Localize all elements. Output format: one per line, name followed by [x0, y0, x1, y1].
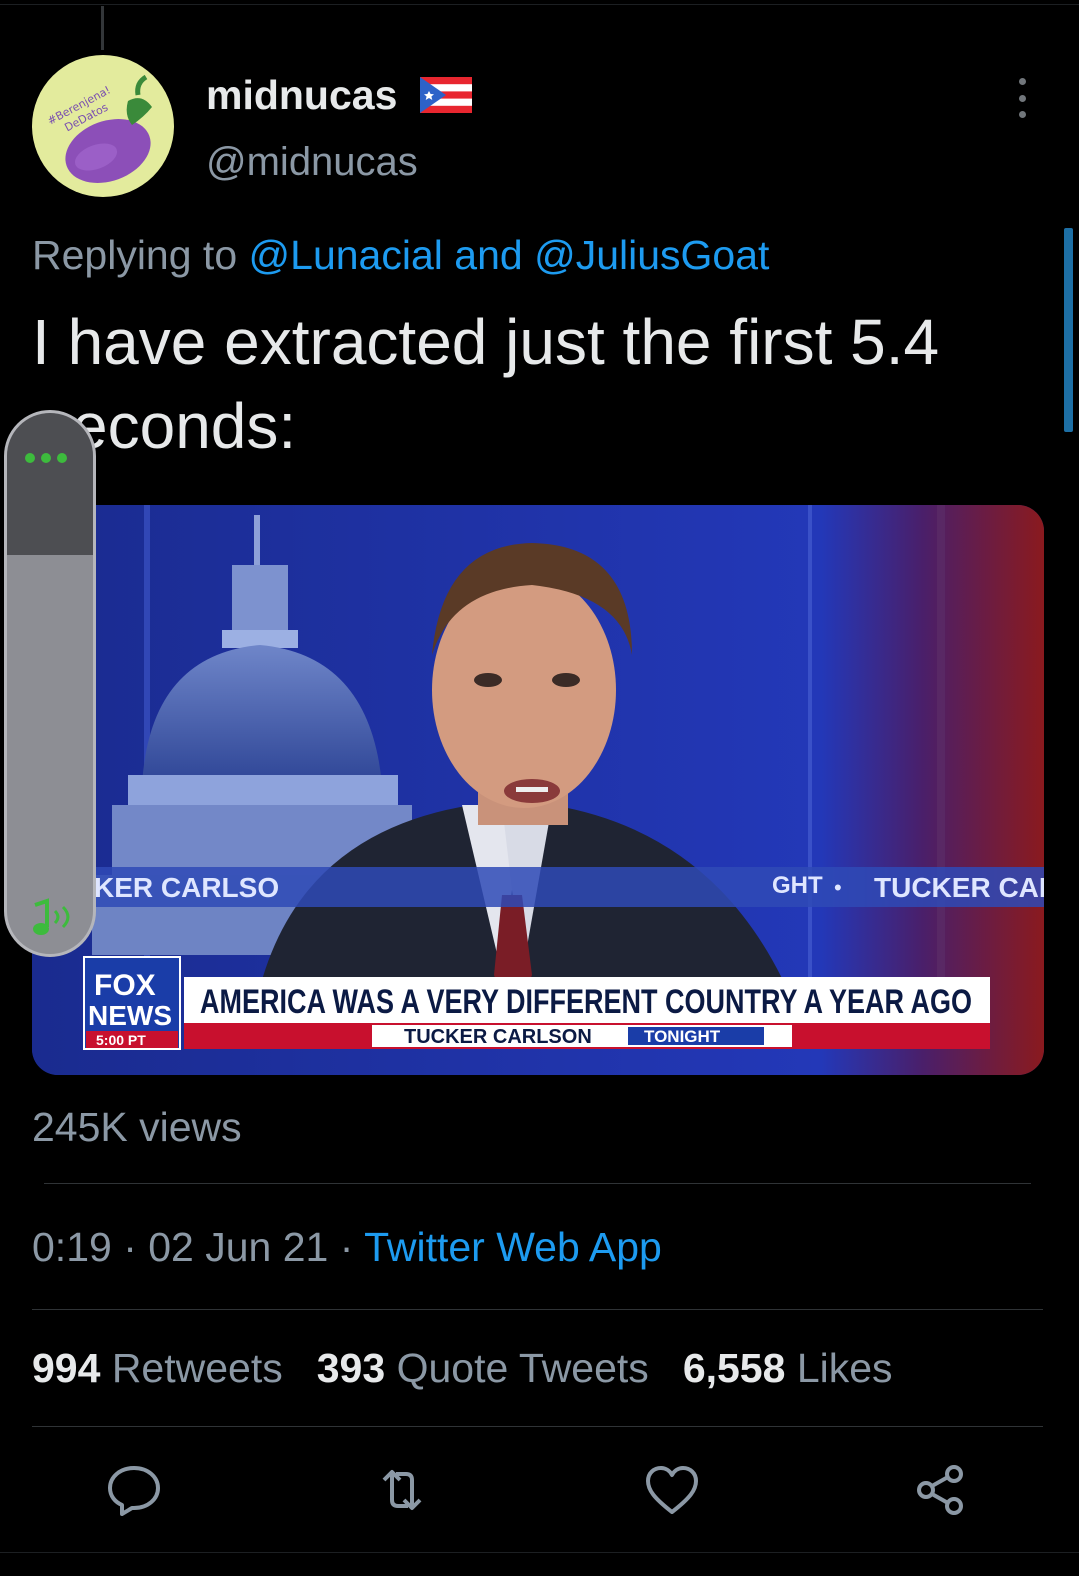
puerto-rico-flag-icon [420, 77, 472, 113]
tweet-text-line-2: econds: [72, 390, 297, 462]
reply-separator: and [442, 232, 535, 278]
overlay-menu-dots-icon[interactable] [25, 453, 67, 463]
divider-3 [32, 1426, 1043, 1427]
likes-count: 6,558 [682, 1345, 786, 1391]
likes-label: Likes [796, 1345, 893, 1391]
handle[interactable]: @midnucas [206, 140, 418, 185]
video-frame: KER CARLSO GHT • TUCKER CAR FOX NEWS 5:0… [32, 505, 1044, 1075]
replying-to: Replying to @Lunacial and @JuliusGoat [32, 232, 769, 279]
floating-overlay-panel[interactable] [4, 410, 96, 957]
retweets-count: 994 [32, 1345, 101, 1391]
music-note-icon[interactable] [23, 895, 83, 945]
reply-icon[interactable] [106, 1462, 162, 1518]
view-count: 245K views [32, 1104, 242, 1150]
overlay-handle[interactable] [7, 413, 93, 555]
retweet-icon[interactable] [374, 1462, 430, 1518]
share-icon[interactable] [912, 1462, 968, 1518]
engagement-stats: 994 Retweets 393 Quote Tweets 6,558 Like… [32, 1345, 893, 1392]
eggplant-icon: #Berenjena! DeDatos [45, 74, 152, 183]
timestamp-line: 0:19 · 02 Jun 21 · Twitter Web App [32, 1224, 662, 1271]
more-icon[interactable] [1010, 78, 1034, 118]
likes-stat[interactable]: 6,558 Likes [683, 1345, 893, 1392]
replying-prefix: Replying to [32, 232, 249, 278]
logo-line-2: NEWS [88, 1000, 172, 1031]
fox-news-logo: FOX NEWS 5:00 PT [83, 956, 181, 1050]
reply-user-link-2[interactable]: @JuliusGoat [534, 232, 769, 278]
tweet-media-video[interactable]: KER CARLSO GHT • TUCKER CAR FOX NEWS 5:0… [32, 505, 1044, 1075]
like-icon[interactable] [644, 1462, 700, 1518]
tweet-time[interactable]: 0:19 [32, 1224, 112, 1270]
meta-sep-1: · [111, 1224, 149, 1270]
divider-2 [32, 1309, 1043, 1310]
tweet-source[interactable]: Twitter Web App [364, 1224, 662, 1270]
tweet-text: I have extracted just the first 5.4 econ… [32, 300, 1022, 468]
tweet-text-line-1: I have extracted just the first 5.4 [32, 306, 940, 378]
quotes-stat[interactable]: 393 Quote Tweets [317, 1345, 649, 1392]
tweet-date[interactable]: 02 Jun 21 [148, 1224, 328, 1270]
bottom-border [0, 1552, 1079, 1553]
scroll-indicator[interactable] [1064, 228, 1073, 432]
ticker-fragment: GHT [772, 872, 823, 899]
ticker-right: TUCKER CAR [874, 872, 1044, 903]
show-name: TUCKER CARLSON [404, 1026, 592, 1048]
avatar[interactable]: #Berenjena! DeDatos [32, 55, 174, 197]
headline: AMERICA WAS A VERY DIFFERENT COUNTRY A Y… [200, 983, 972, 1021]
retweets-label: Retweets [111, 1345, 283, 1391]
show-suffix: TONIGHT [644, 1027, 721, 1046]
divider-1 [44, 1183, 1031, 1184]
ticker-dot: • [834, 875, 842, 900]
ticker-left: KER CARLSO [94, 872, 279, 903]
thread-connector-line [101, 6, 104, 50]
logo-time: 5:00 PT [96, 1032, 146, 1048]
quotes-count: 393 [316, 1345, 386, 1391]
lower-third: AMERICA WAS A VERY DIFFERENT COUNTRY A Y… [184, 977, 990, 1049]
reply-user-link-1[interactable]: @Lunacial [249, 232, 443, 278]
meta-sep-2: · [328, 1224, 365, 1270]
retweets-stat[interactable]: 994 Retweets [32, 1345, 283, 1392]
logo-line-1: FOX [94, 969, 156, 1002]
quotes-label: Quote Tweets [396, 1345, 649, 1391]
display-name[interactable]: midnucas [206, 72, 397, 119]
top-border [0, 4, 1079, 5]
